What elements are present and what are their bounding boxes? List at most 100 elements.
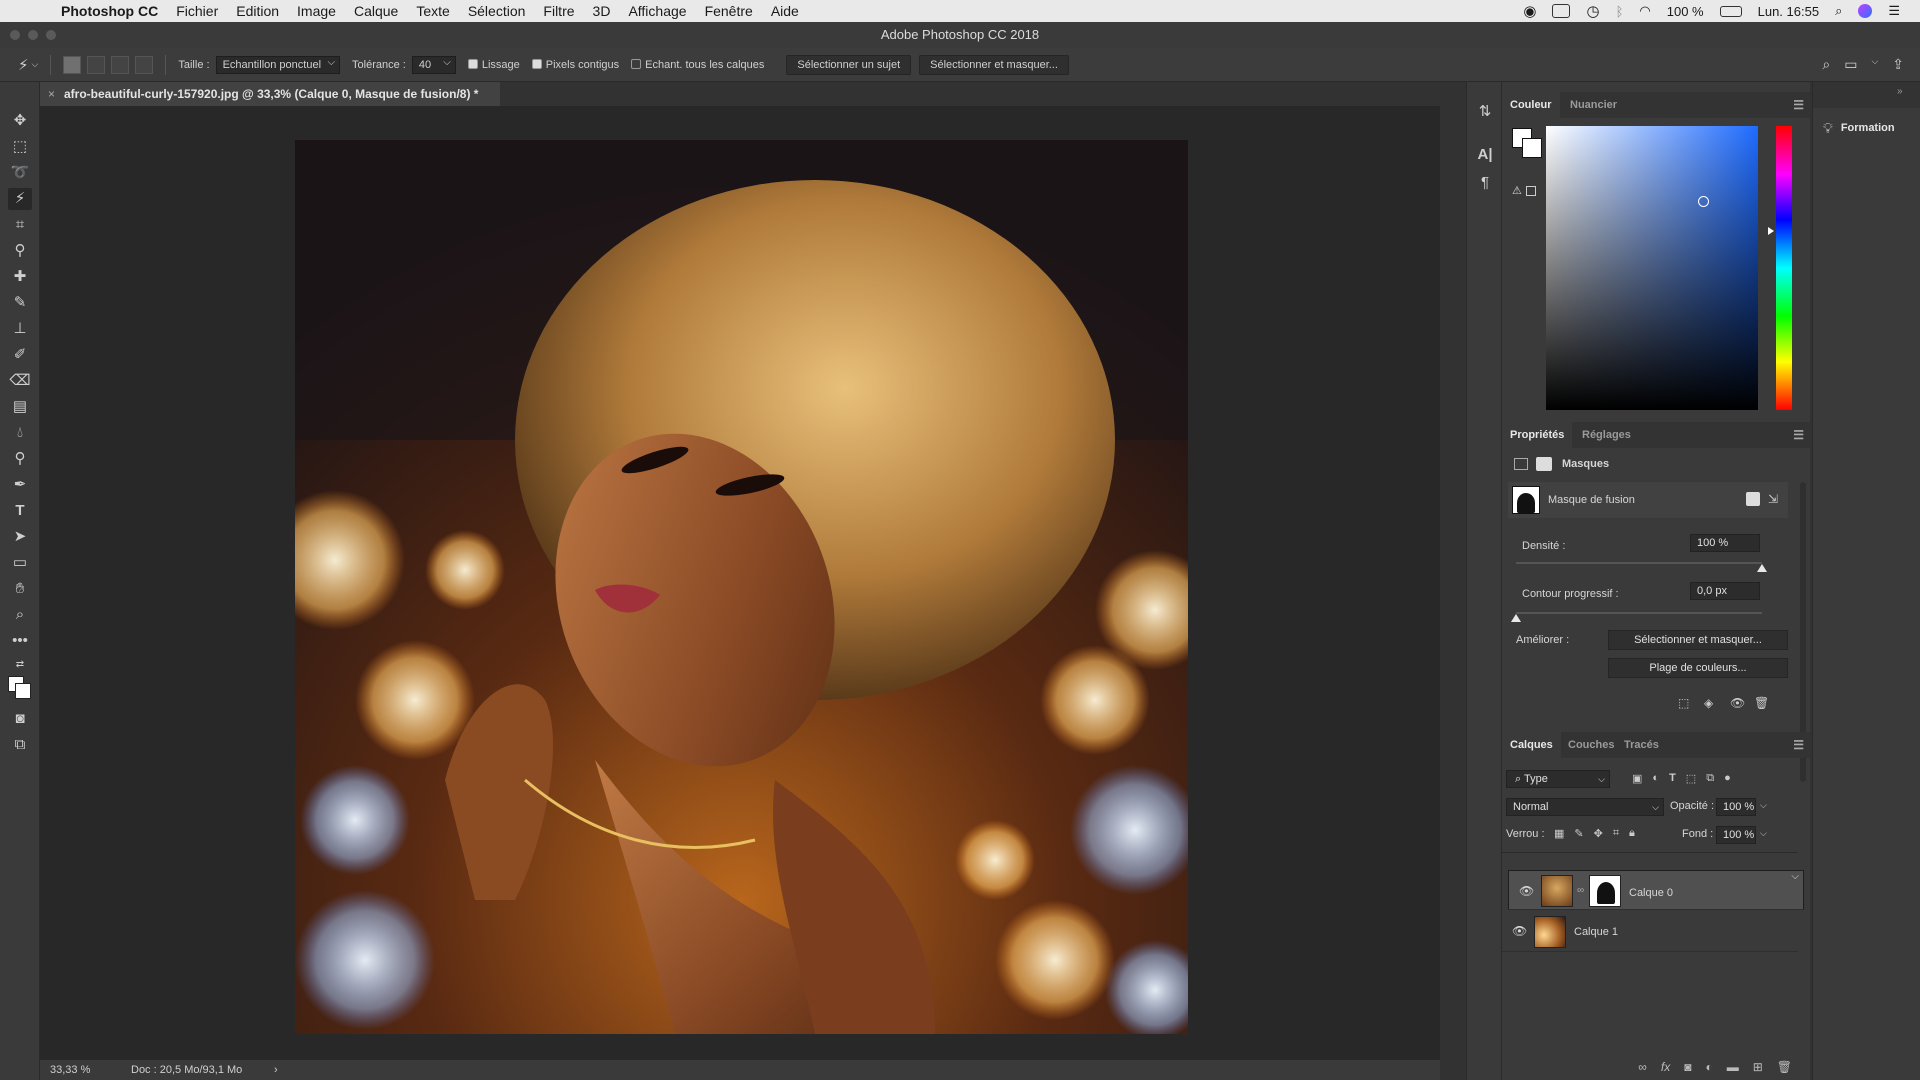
load-selection-icon[interactable]: ⬚: [1678, 696, 1689, 710]
contiguous-checkbox-wrap[interactable]: Pixels contigus: [531, 58, 619, 71]
marquee-tool-icon[interactable]: ⬚: [8, 136, 32, 158]
creative-cloud-icon[interactable]: ◉: [1523, 2, 1536, 20]
document-tab[interactable]: × afro-beautiful-curly-157920.jpg @ 33,3…: [40, 82, 500, 106]
siri-icon[interactable]: [1858, 4, 1873, 18]
search-icon[interactable]: ⌕: [1822, 56, 1830, 73]
menu-app[interactable]: Photoshop CC: [52, 3, 167, 19]
layer-mask-thumbnail[interactable]: [1589, 875, 1621, 907]
delete-mask-icon[interactable]: 🗑︎: [1754, 696, 1769, 710]
lock-position-icon[interactable]: ✥: [1594, 827, 1603, 840]
eraser-tool-icon[interactable]: ⌫: [8, 370, 32, 392]
lock-artboard-icon[interactable]: ⌗: [1613, 827, 1619, 840]
airplay-icon[interactable]: [1552, 4, 1571, 18]
workspace-icon[interactable]: ▭: [1844, 56, 1857, 73]
dodge-tool-icon[interactable]: ⚲: [8, 448, 32, 470]
layer-visibility-icon[interactable]: 👁︎: [1519, 883, 1534, 899]
select-subject-button[interactable]: Sélectionner un sujet: [786, 54, 912, 75]
tolerance-input[interactable]: 40: [411, 55, 456, 74]
preset-dropdown-icon[interactable]: ⌵: [32, 59, 39, 70]
workspace-dropdown-icon[interactable]: ⌵: [1871, 56, 1878, 73]
hue-slider[interactable]: [1776, 126, 1792, 410]
quick-mask-icon[interactable]: ◙: [8, 708, 32, 730]
new-group-icon[interactable]: ▬: [1727, 1060, 1739, 1074]
subtract-selection-icon[interactable]: [111, 55, 130, 74]
eyedropper-tool-icon[interactable]: ⚲: [8, 240, 32, 262]
tab-proprietes[interactable]: Propriétés: [1502, 422, 1573, 448]
add-mask-icon[interactable]: ◙: [1684, 1060, 1691, 1074]
apply-mask-icon[interactable]: ◈: [1704, 696, 1713, 710]
menu-fenetre[interactable]: Fenêtre: [696, 3, 762, 19]
feather-slider[interactable]: [1516, 612, 1762, 614]
lock-transparency-icon[interactable]: ▦: [1554, 827, 1564, 840]
feather-slider-thumb[interactable]: [1511, 614, 1521, 622]
magic-wand-preset-icon[interactable]: ⚡︎: [18, 56, 29, 74]
lock-all-icon[interactable]: 🔒︎: [1629, 827, 1635, 840]
new-adjustment-layer-icon[interactable]: ◐: [1705, 1060, 1712, 1074]
close-document-icon[interactable]: ×: [48, 82, 55, 106]
sample-all-checkbox[interactable]: [631, 58, 642, 69]
new-selection-icon[interactable]: [63, 55, 82, 74]
close-window-button[interactable]: [10, 30, 20, 40]
new-layer-icon[interactable]: ⊞: [1753, 1060, 1763, 1074]
feather-input[interactable]: 0,0 px: [1690, 582, 1760, 600]
layers-panel-menu-icon[interactable]: ☰: [1793, 738, 1804, 752]
swap-colors-icon[interactable]: ⇄: [8, 654, 32, 676]
screen-mode-icon[interactable]: ⧉: [8, 734, 32, 756]
minimize-window-button[interactable]: [28, 30, 38, 40]
time-machine-icon[interactable]: ◷: [1586, 2, 1599, 20]
canvas-area[interactable]: [40, 106, 1440, 1060]
layer-row-calque-0[interactable]: 👁︎ ∞ Calque 0: [1508, 869, 1804, 910]
density-slider[interactable]: [1516, 562, 1762, 564]
apply-vector-mask-icon[interactable]: ⇲: [1768, 492, 1778, 506]
menu-calque[interactable]: Calque: [345, 3, 407, 19]
properties-panel-menu-icon[interactable]: ☰: [1793, 428, 1804, 442]
layer-filter-select[interactable]: ⌕ Type ⌵: [1506, 770, 1610, 788]
path-selection-tool-icon[interactable]: ➤: [8, 526, 32, 548]
color-field[interactable]: [1546, 126, 1758, 410]
disable-mask-icon[interactable]: 👁︎: [1730, 696, 1745, 710]
hand-tool-icon[interactable]: ✋︎: [8, 578, 32, 600]
antialias-checkbox-wrap[interactable]: Lissage: [467, 58, 520, 71]
pen-tool-icon[interactable]: ✒: [8, 474, 32, 496]
pixel-mask-icon[interactable]: [1514, 458, 1528, 470]
tab-couches[interactable]: Couches: [1560, 732, 1622, 758]
magic-wand-tool-icon[interactable]: ⚡︎: [8, 188, 32, 210]
link-layers-icon[interactable]: ∞: [1638, 1060, 1647, 1074]
blend-mode-select[interactable]: Normal ⌵: [1506, 798, 1664, 816]
delete-layer-icon[interactable]: 🗑︎: [1777, 1060, 1792, 1074]
zoom-level[interactable]: 33,33 %: [50, 1060, 90, 1080]
color-panel-background-swatch[interactable]: [1522, 138, 1542, 158]
blur-tool-icon[interactable]: 💧︎: [8, 422, 32, 444]
add-selection-icon[interactable]: [87, 55, 106, 74]
more-tools-icon[interactable]: •••: [8, 630, 32, 652]
shape-tool-icon[interactable]: ▭: [8, 552, 32, 574]
paragraph-panel-icon[interactable]: ¶: [1476, 174, 1494, 192]
document-image[interactable]: [295, 140, 1188, 1034]
notification-center-icon[interactable]: ☰: [1888, 3, 1900, 19]
layer-row-calque-1[interactable]: 👁︎ Calque 1: [1502, 912, 1798, 952]
stamp-tool-icon[interactable]: ⊥: [8, 318, 32, 340]
zoom-tool-icon[interactable]: ⌕: [8, 604, 32, 626]
spotlight-icon[interactable]: ⌕: [1835, 3, 1842, 19]
sample-all-checkbox-wrap[interactable]: Echant. tous les calques: [631, 58, 764, 71]
hue-slider-thumb[interactable]: [1768, 227, 1774, 235]
filter-smart-object-icon[interactable]: ⧉: [1706, 772, 1714, 785]
opacity-chevron-icon[interactable]: ⌵: [1760, 800, 1767, 811]
layer-thumbnail[interactable]: [1541, 875, 1573, 907]
menu-texte[interactable]: Texte: [407, 3, 458, 19]
select-and-mask-button[interactable]: Sélectionner et masquer...: [919, 54, 1069, 75]
history-panel-icon[interactable]: ⇅: [1476, 102, 1494, 120]
menu-aide[interactable]: Aide: [762, 3, 808, 19]
status-expand-icon[interactable]: ›: [274, 1060, 278, 1080]
filter-shape-icon[interactable]: ⬚: [1686, 772, 1696, 785]
color-range-button[interactable]: Plage de couleurs...: [1608, 658, 1788, 678]
menu-3d[interactable]: 3D: [584, 3, 620, 19]
tab-couleur[interactable]: Couleur: [1502, 92, 1560, 118]
menu-affichage[interactable]: Affichage: [619, 3, 695, 19]
layer-thumbnail[interactable]: [1534, 916, 1566, 948]
layer-name[interactable]: Calque 0: [1629, 885, 1673, 901]
layer-name[interactable]: Calque 1: [1574, 926, 1618, 938]
crop-tool-icon[interactable]: ⌗: [8, 214, 32, 236]
type-tool-icon[interactable]: T: [8, 500, 32, 522]
tab-nuancier[interactable]: Nuancier: [1562, 92, 1625, 118]
